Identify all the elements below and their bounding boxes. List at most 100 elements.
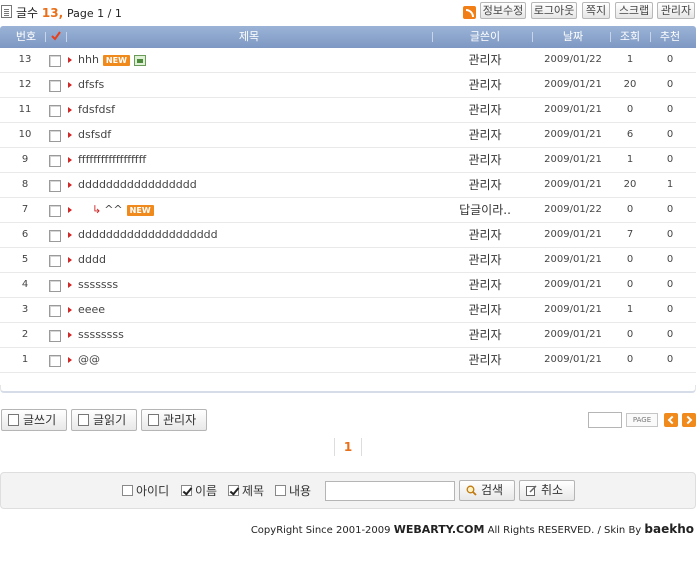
next-page-icon[interactable] <box>682 413 696 427</box>
select-all-check-icon[interactable] <box>51 31 61 41</box>
logout-button[interactable]: 로그아웃 <box>531 2 577 19</box>
post-title[interactable]: dddddddddddddddddddd <box>78 228 218 241</box>
search-option-id[interactable]: 아이디 <box>122 483 169 499</box>
post-date: 2009/01/21 <box>544 279 602 290</box>
read-button[interactable]: 글읽기 <box>71 409 137 431</box>
row-checkbox[interactable] <box>49 330 61 342</box>
post-author[interactable]: 관리자 <box>440 298 530 322</box>
table-row: 9 ffffffffffffffffff 관리자 2009/01/21 1 0 <box>0 148 696 173</box>
post-title-cell[interactable]: sssssss <box>78 273 118 297</box>
memo-button[interactable]: 쪽지 <box>582 2 610 19</box>
admin-top-button[interactable]: 관리자 <box>657 2 695 19</box>
post-title-cell[interactable]: dfsfs <box>78 73 104 97</box>
post-title-cell[interactable]: dddddddddddddddddddd <box>78 223 218 247</box>
bullet-arrow-icon <box>68 132 72 138</box>
post-title[interactable]: dddd <box>78 253 106 266</box>
post-author[interactable]: 관리자 <box>440 273 530 297</box>
bullet-arrow-icon <box>68 207 72 213</box>
post-recommend: 0 <box>666 304 674 315</box>
post-author[interactable]: 관리자 <box>440 323 530 347</box>
post-title[interactable]: ssssssss <box>78 328 124 341</box>
footer-skin-author[interactable]: baekho <box>644 522 694 536</box>
post-author[interactable]: 관리자 <box>440 248 530 272</box>
admin-button[interactable]: 관리자 <box>141 409 207 431</box>
cancel-button[interactable]: 취소 <box>519 480 575 501</box>
post-title-cell[interactable]: ddddddddddddddddd <box>78 173 197 197</box>
post-title[interactable]: eeee <box>78 303 105 316</box>
post-title[interactable]: dfsfs <box>78 78 104 91</box>
post-views: 0 <box>626 254 634 265</box>
post-title[interactable]: dsfsdf <box>78 128 111 141</box>
post-views: 20 <box>623 179 637 190</box>
post-title[interactable]: ffffffffffffffffff <box>78 153 146 166</box>
page-go-button[interactable]: PAGE <box>626 413 658 427</box>
row-checkbox[interactable] <box>49 105 61 117</box>
post-title[interactable]: @@ <box>78 353 100 366</box>
checkbox-id[interactable] <box>122 485 133 496</box>
post-count-value: 13, <box>41 6 64 20</box>
post-title[interactable]: hhh <box>78 53 99 66</box>
post-title-cell[interactable]: @@ <box>78 348 100 372</box>
row-checkbox[interactable] <box>49 205 61 217</box>
search-option-name-label: 이름 <box>195 484 218 498</box>
post-title-cell[interactable]: ↳ ^^ NEW <box>78 198 154 222</box>
row-checkbox[interactable] <box>49 80 61 92</box>
post-author[interactable]: 관리자 <box>440 48 530 72</box>
search-option-content[interactable]: 내용 <box>275 483 311 499</box>
post-author[interactable]: 관리자 <box>440 348 530 372</box>
post-recommend: 0 <box>666 254 674 265</box>
row-checkbox[interactable] <box>49 230 61 242</box>
row-checkbox[interactable] <box>49 280 61 292</box>
post-title[interactable]: ddddddddddddddddd <box>78 178 197 191</box>
post-date: 2009/01/21 <box>544 354 602 365</box>
post-views: 1 <box>626 154 634 165</box>
post-author[interactable]: 관리자 <box>440 73 530 97</box>
row-checkbox[interactable] <box>49 305 61 317</box>
footer-site-link[interactable]: WEBARTY.COM <box>394 523 485 536</box>
post-title[interactable]: sssssss <box>78 278 118 291</box>
checkbox-subject[interactable] <box>228 485 239 496</box>
profile-edit-button[interactable]: 정보수정 <box>480 2 526 19</box>
table-row: 8 ddddddddddddddddd 관리자 2009/01/21 20 1 <box>0 173 696 198</box>
scrap-button[interactable]: 스크랩 <box>615 2 653 19</box>
write-button[interactable]: 글쓰기 <box>1 409 67 431</box>
footer-copyright: CopyRight Since 2001-2009 WEBARTY.COM Al… <box>251 522 694 536</box>
table-row: 13 hhh NEW 관리자 2009/01/22 1 0 <box>0 48 696 73</box>
search-input[interactable] <box>325 481 455 501</box>
search-option-subject[interactable]: 제목 <box>228 483 264 499</box>
row-checkbox[interactable] <box>49 180 61 192</box>
page-link-current[interactable]: 1 <box>334 438 362 456</box>
post-title[interactable]: ^^ <box>104 203 122 216</box>
checkbox-name[interactable] <box>181 485 192 496</box>
bullet-arrow-icon <box>68 232 72 238</box>
post-date: 2009/01/21 <box>544 329 602 340</box>
rss-icon[interactable] <box>463 6 476 19</box>
post-title-cell[interactable]: dddd <box>78 248 106 272</box>
post-title-cell[interactable]: hhh NEW <box>78 48 146 72</box>
divider <box>432 32 433 42</box>
row-checkbox[interactable] <box>49 55 61 67</box>
search-button[interactable]: 검색 <box>459 480 515 501</box>
row-checkbox[interactable] <box>49 155 61 167</box>
post-author[interactable]: 관리자 <box>440 123 530 147</box>
prev-page-icon[interactable] <box>664 413 678 427</box>
page-info: Page 1 / 1 <box>67 7 122 20</box>
page-number-input[interactable] <box>588 412 622 428</box>
row-checkbox[interactable] <box>49 255 61 267</box>
post-title-cell[interactable]: dsfsdf <box>78 123 111 147</box>
post-author[interactable]: 관리자 <box>440 173 530 197</box>
post-author[interactable]: 관리자 <box>440 223 530 247</box>
post-title-cell[interactable]: fdsfdsf <box>78 98 115 122</box>
post-title[interactable]: fdsfdsf <box>78 103 115 116</box>
post-author[interactable]: 관리자 <box>440 98 530 122</box>
checkbox-content[interactable] <box>275 485 286 496</box>
row-checkbox[interactable] <box>49 130 61 142</box>
read-button-label: 글읽기 <box>93 413 127 427</box>
post-author[interactable]: 답글이라.. <box>440 198 530 222</box>
post-author[interactable]: 관리자 <box>440 148 530 172</box>
row-checkbox[interactable] <box>49 355 61 367</box>
post-title-cell[interactable]: ffffffffffffffffff <box>78 148 146 172</box>
post-title-cell[interactable]: eeee <box>78 298 105 322</box>
search-option-name[interactable]: 이름 <box>181 483 217 499</box>
post-title-cell[interactable]: ssssssss <box>78 323 124 347</box>
